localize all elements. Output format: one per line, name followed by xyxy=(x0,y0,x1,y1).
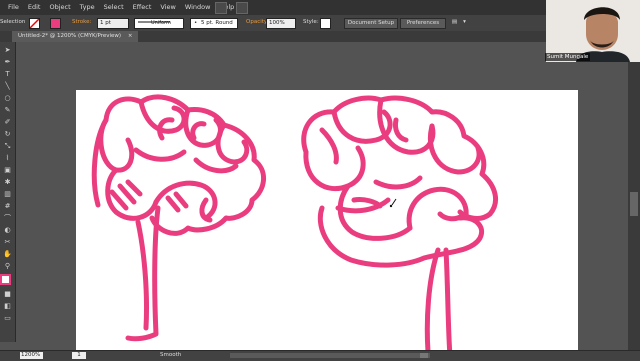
right-detail-3 xyxy=(319,127,339,165)
brush-cursor-icon xyxy=(389,198,397,208)
selection-label: Selection xyxy=(0,19,26,25)
brush-label: 5 pt. Round xyxy=(201,20,233,26)
artwork[interactable] xyxy=(76,90,578,358)
slice-tool-icon[interactable]: ✂ xyxy=(3,238,12,247)
right-flower-stem-2 xyxy=(443,247,453,358)
line-tool-icon[interactable]: ╲ xyxy=(3,82,12,91)
right-petal-5 xyxy=(428,123,482,175)
document-tab[interactable]: Untitled-2* @ 1200% (CMYK/Preview) × xyxy=(12,31,139,42)
preferences-button[interactable]: Preferences xyxy=(400,18,446,29)
left-petal-7 xyxy=(133,147,187,162)
vertical-scrollbar[interactable] xyxy=(628,42,640,350)
left-detail-3 xyxy=(125,179,143,197)
control-bar: Selection Stroke: 1 pt Uniform • 5 pt. R… xyxy=(0,15,640,32)
blend-tool-icon[interactable]: ◐ xyxy=(3,226,12,235)
stroke-swatch[interactable] xyxy=(50,18,61,29)
no-fill-icon xyxy=(30,19,39,28)
horizontal-scrollbar[interactable] xyxy=(230,353,430,358)
rotate-tool-icon[interactable]: ↻ xyxy=(3,130,12,139)
menu-view[interactable]: View xyxy=(160,3,175,11)
eyedropper-icon[interactable]: ⌒ xyxy=(3,214,12,223)
color-mode-icon[interactable]: ■ xyxy=(3,290,12,299)
opacity-field[interactable]: 100% xyxy=(266,18,296,29)
status-bar: 1200% 1 Smooth xyxy=(0,350,640,361)
arrange-documents-icon[interactable] xyxy=(236,2,248,14)
ellipse-tool-icon[interactable]: ○ xyxy=(3,94,12,103)
left-detail-8 xyxy=(190,121,207,141)
menu-bar: File Edit Object Type Select Effect View… xyxy=(0,0,640,15)
mesh-tool-icon[interactable]: # xyxy=(3,202,12,211)
left-petal-1 xyxy=(98,117,135,173)
graph-tool-icon[interactable]: ▥ xyxy=(3,190,12,199)
horizontal-scroll-thumb[interactable] xyxy=(420,353,428,358)
draw-mode-icon[interactable]: ◧ xyxy=(3,302,12,311)
menu-edit[interactable]: Edit xyxy=(28,3,41,11)
right-detail-1 xyxy=(351,197,383,209)
close-tab-icon[interactable]: × xyxy=(128,33,133,39)
right-petal-9 xyxy=(373,175,423,190)
document-setup-button[interactable]: Document Setup xyxy=(344,18,398,29)
document-tab-row: Untitled-2* @ 1200% (CMYK/Preview) × xyxy=(0,31,640,42)
bridge-icon[interactable] xyxy=(215,2,227,14)
blob-brush-icon[interactable]: ✐ xyxy=(3,118,12,127)
left-detail-5 xyxy=(173,191,189,209)
stroke-color-indicator[interactable] xyxy=(0,274,11,285)
document-title: Untitled-2* @ 1200% (CMYK/Preview) xyxy=(18,33,122,39)
tools-panel: ➤ ✒ T ╲ ○ ✎ ✐ ↻ ⤡ ⌇ ▣ ✱ ▥ # ⌒ ◐ ✂ ✋ ⚲ ■ … xyxy=(0,42,16,342)
current-tool-label: Smooth xyxy=(160,352,182,358)
main-menu: File Edit Object Type Select Effect View… xyxy=(8,3,243,11)
right-detail-4 xyxy=(393,117,409,143)
uniform-label: Uniform xyxy=(151,20,171,26)
zoom-field[interactable]: 1200% xyxy=(20,352,43,359)
right-petal-7 xyxy=(406,186,469,231)
brush-dot-icon: • xyxy=(194,20,198,26)
menu-type[interactable]: Type xyxy=(80,3,95,11)
artboard[interactable] xyxy=(76,90,578,358)
right-detail-2 xyxy=(437,211,465,222)
menu-window[interactable]: Window xyxy=(185,3,211,11)
menu-file[interactable]: File xyxy=(8,3,19,11)
fill-swatch[interactable] xyxy=(29,18,40,29)
style-label: Style: xyxy=(303,19,319,25)
graphic-style-swatch[interactable] xyxy=(320,18,331,29)
right-flower-stem xyxy=(424,247,441,355)
page-field[interactable]: 1 xyxy=(72,352,86,359)
canvas-area[interactable] xyxy=(16,42,628,358)
symbol-sprayer-icon[interactable]: ✱ xyxy=(3,178,12,187)
menu-effect[interactable]: Effect xyxy=(133,3,152,11)
warp-tool-icon[interactable]: ⌇ xyxy=(3,154,12,163)
screen-mode-icon[interactable]: ▭ xyxy=(3,314,12,323)
left-detail-1 xyxy=(109,189,129,211)
scale-tool-icon[interactable]: ⤡ xyxy=(3,142,12,151)
free-transform-icon[interactable]: ▣ xyxy=(3,166,12,175)
menu-object[interactable]: Object xyxy=(49,3,70,11)
pen-tool-icon[interactable]: ✒ xyxy=(3,58,12,67)
zoom-tool-icon[interactable]: ⚲ xyxy=(3,262,12,271)
presenter-name-label: Sumit Mungale xyxy=(545,53,591,61)
menu-select[interactable]: Select xyxy=(104,3,124,11)
stroke-label[interactable]: Stroke: xyxy=(72,18,91,27)
hand-tool-icon[interactable]: ✋ xyxy=(3,250,12,259)
align-icon[interactable]: ▤ xyxy=(450,18,459,27)
type-tool-icon[interactable]: T xyxy=(3,70,12,79)
left-detail-4 xyxy=(165,195,181,213)
brush-definition[interactable]: • 5 pt. Round xyxy=(190,18,238,29)
variable-width-profile[interactable]: Uniform xyxy=(134,18,184,29)
paintbrush-tool-icon[interactable]: ✎ xyxy=(3,106,12,115)
stroke-weight-field[interactable]: 1 pt xyxy=(97,18,129,29)
scroll-thumb[interactable] xyxy=(630,192,638,216)
panel-menu-icon[interactable]: ▾ xyxy=(460,18,469,27)
left-flower-stem-curl xyxy=(135,219,150,331)
selection-tool-icon[interactable]: ➤ xyxy=(3,46,12,55)
